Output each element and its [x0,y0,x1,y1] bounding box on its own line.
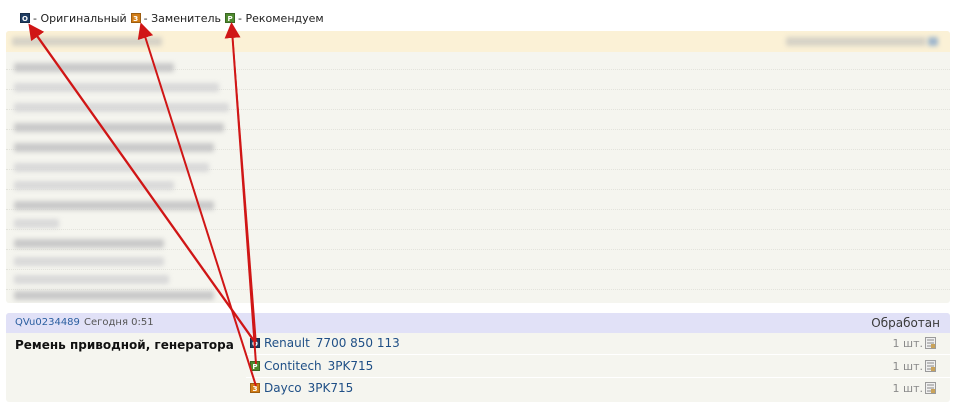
order-id-link[interactable]: QVu0234489 [15,317,80,328]
part-code: 3PK715 [327,359,374,373]
legend-original: О - Оригинальный [20,12,127,25]
legend: О - Оригинальный З - Заменитель Р - Реко… [20,11,328,25]
redacted-text [14,103,229,112]
order-header: QVu0234489 Сегодня 0:51 Обработан [6,313,950,333]
redacted-icon [928,37,938,46]
cart-icon[interactable] [925,382,936,394]
original-badge-icon: О [250,338,260,348]
cart-icon[interactable] [925,360,936,372]
redacted-order-panel [6,31,950,303]
part-row[interactable]: З Dayco 3PK715 [250,380,353,396]
order-time: Сегодня 0:51 [84,317,154,328]
substitute-badge-icon: З [250,383,260,393]
part-code: 7700 850 113 [315,336,400,350]
recommended-badge-icon: Р [250,361,260,371]
part-row[interactable]: Р Contitech 3PK715 [250,358,373,374]
redacted-text [14,239,164,248]
redacted-text [14,83,219,92]
redacted-text [14,123,224,132]
product-name: Ремень приводной, генератора [15,338,234,352]
part-qty-value: 1 шт. [892,381,923,395]
part-qty: 1 шт. [893,335,936,351]
redacted-text [786,37,926,46]
redacted-text [14,181,174,190]
part-row[interactable]: О Renault 7700 850 113 [250,335,400,351]
legend-substitute: З - Заменитель [130,11,222,25]
legend-original-label: - Оригинальный [33,11,127,25]
part-qty-value: 1 шт. [892,359,923,373]
redacted-text [14,291,214,300]
redacted-text [14,275,169,284]
redacted-panel-header [6,31,950,52]
redacted-text [14,201,214,210]
part-brand: Dayco [264,381,302,395]
recommended-badge-icon: Р [225,13,236,23]
part-code: 3PK715 [307,381,354,395]
substitute-badge-icon: З [130,13,141,23]
cart-icon[interactable] [925,337,936,349]
part-qty: 1 шт. [893,358,936,374]
redacted-text [14,257,164,266]
redacted-text [12,37,162,46]
part-brand: Contitech [264,359,322,373]
part-qty-value: 1 шт. [892,336,923,350]
legend-recommended: Р - Рекомендуем [225,12,324,25]
order-block: QVu0234489 Сегодня 0:51 Обработан Ремень… [6,313,950,402]
legend-substitute-label: - Заменитель [143,11,222,25]
order-status: Обработан [871,316,940,330]
original-badge-icon: О [20,13,30,23]
redacted-text [14,219,59,228]
redacted-text [14,163,209,172]
redacted-text [14,143,214,152]
part-qty: 1 шт. [893,380,936,396]
part-brand: Renault [264,336,310,350]
redacted-text [14,63,174,72]
legend-recommended-label: - Рекомендуем [238,11,324,25]
